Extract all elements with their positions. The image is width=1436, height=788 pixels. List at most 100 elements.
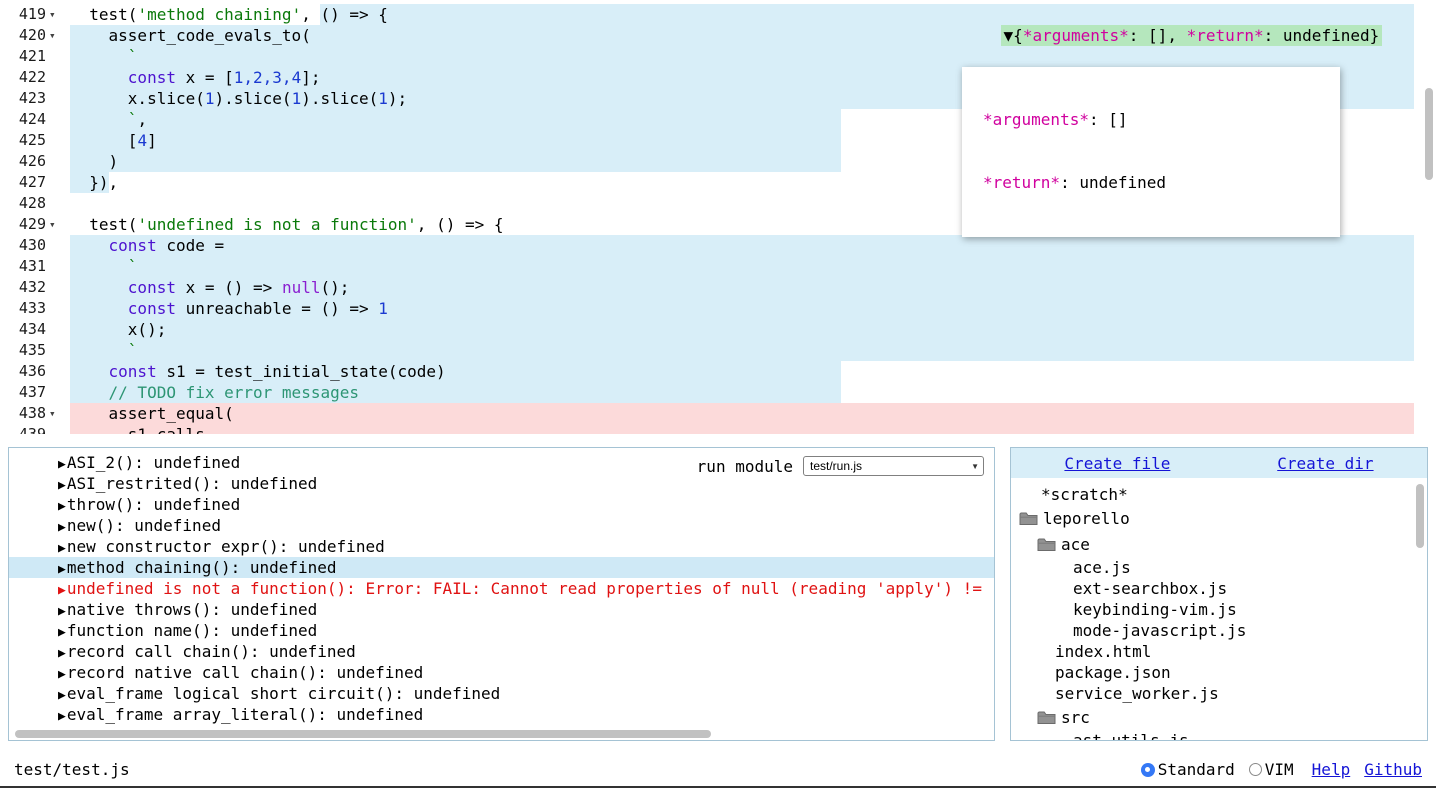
line-number-gutter[interactable]: 426 — [0, 151, 70, 172]
file-explorer-header: Create file Create dir — [1011, 448, 1427, 478]
expand-triangle-icon[interactable]: ▶ — [58, 667, 66, 682]
fold-marker-icon[interactable]: ▾ — [46, 25, 70, 46]
tree-folder[interactable]: ace — [1011, 531, 1427, 557]
code-line[interactable]: 438▾ assert_equal( — [0, 403, 1436, 424]
line-number-gutter[interactable]: 434 — [0, 319, 70, 340]
test-result-item[interactable]: ▶function name(): undefined — [9, 620, 994, 641]
code-text: const s1 = test_initial_state(code) — [70, 361, 446, 382]
github-link[interactable]: Github — [1364, 760, 1422, 779]
line-number-gutter[interactable]: 436 — [0, 361, 70, 382]
status-bar: test/test.js StandardVIM HelpGithub — [0, 753, 1436, 788]
test-result-item[interactable]: ▶new(): undefined — [9, 515, 994, 536]
code-line[interactable]: 434 x(); — [0, 319, 1436, 340]
horizontal-scrollbar-thumb[interactable] — [15, 730, 711, 738]
code-line[interactable]: 435 ` — [0, 340, 1436, 361]
folder-icon — [1037, 710, 1056, 725]
horizontal-scrollbar[interactable] — [13, 730, 990, 738]
code-line[interactable]: 432 const x = () => null(); — [0, 277, 1436, 298]
test-result-item[interactable]: ▶undefined is not a function(): Error: F… — [9, 578, 994, 599]
create-dir-button[interactable]: Create dir — [1277, 454, 1373, 473]
line-number-gutter[interactable]: 438▾ — [0, 403, 70, 424]
line-number-gutter[interactable]: 429▾ — [0, 214, 70, 235]
expand-triangle-icon[interactable]: ▶ — [58, 457, 66, 472]
tree-file[interactable]: keybinding-vim.js — [1011, 599, 1427, 620]
tree-folder[interactable]: src — [1011, 704, 1427, 730]
line-number-gutter[interactable]: 433 — [0, 298, 70, 319]
line-number-gutter[interactable]: 419▾ — [0, 4, 70, 25]
tree-folder[interactable]: leporello — [1011, 505, 1427, 531]
tree-file[interactable]: ace.js — [1011, 557, 1427, 578]
tooltip-summary[interactable]: ▼{*arguments*: [], *return*: undefined} — [1001, 25, 1383, 46]
test-result-label: throw(): undefined — [67, 495, 240, 514]
line-number-gutter[interactable]: 427 — [0, 172, 70, 193]
tree-file[interactable]: ast_utils.js — [1011, 730, 1427, 741]
editor-scrollbar[interactable] — [1424, 0, 1433, 434]
line-number-gutter[interactable]: 424 — [0, 109, 70, 130]
line-number-gutter[interactable]: 428 — [0, 193, 70, 214]
fold-marker-icon[interactable]: ▾ — [46, 4, 70, 25]
file-name: mode-javascript.js — [1073, 621, 1246, 640]
test-result-label: function name(): undefined — [67, 621, 317, 640]
editor-scrollbar-thumb[interactable] — [1425, 88, 1433, 180]
create-file-button[interactable]: Create file — [1064, 454, 1170, 473]
test-result-item[interactable]: ▶native throws(): undefined — [9, 599, 994, 620]
tooltip-arguments-row[interactable]: *arguments*: [] — [983, 109, 1340, 130]
folder-icon — [1037, 537, 1056, 552]
code-line[interactable]: 439 s1.calls — [0, 424, 1436, 434]
keybinding-radio-vim[interactable]: VIM — [1249, 760, 1294, 779]
line-highlight-blue — [70, 130, 841, 151]
tooltip-return-row[interactable]: *return*: undefined — [983, 172, 1340, 193]
line-number-gutter[interactable]: 435 — [0, 340, 70, 361]
tree-file[interactable]: index.html — [1011, 641, 1427, 662]
line-number-gutter[interactable]: 420▾ — [0, 25, 70, 46]
test-result-item[interactable]: ▶eval_frame array_literal(): undefined — [9, 704, 994, 725]
code-editor[interactable]: 419▾ test('method chaining', () => {420▾… — [0, 0, 1436, 434]
code-line[interactable]: 437 // TODO fix error messages — [0, 382, 1436, 403]
help-link[interactable]: Help — [1312, 760, 1351, 779]
test-result-item[interactable]: ▶new constructor expr(): undefined — [9, 536, 994, 557]
test-result-item[interactable]: ▶record call chain(): undefined — [9, 641, 994, 662]
test-result-item[interactable]: ▶ASI_restrited(): undefined — [9, 473, 994, 494]
line-number-gutter[interactable]: 432 — [0, 277, 70, 298]
test-result-item[interactable]: ▶record native call chain(): undefined — [9, 662, 994, 683]
tree-file[interactable]: service_worker.js — [1011, 683, 1427, 704]
test-result-item[interactable]: ▶method chaining(): undefined — [9, 557, 994, 578]
expand-triangle-icon[interactable]: ▶ — [58, 499, 66, 514]
line-number-gutter[interactable]: 430 — [0, 235, 70, 256]
file-tree-scrollbar-thumb[interactable] — [1416, 484, 1424, 548]
line-number-gutter[interactable]: 423 — [0, 88, 70, 109]
line-highlight-blue — [70, 319, 1414, 340]
expand-triangle-icon[interactable]: ▶ — [58, 625, 66, 640]
tree-file[interactable]: mode-javascript.js — [1011, 620, 1427, 641]
expand-triangle-icon[interactable]: ▶ — [58, 709, 66, 724]
expand-triangle-icon[interactable]: ▶ — [58, 541, 66, 556]
line-number-gutter[interactable]: 437 — [0, 382, 70, 403]
keybinding-radio-standard[interactable]: Standard — [1141, 760, 1235, 779]
line-number-gutter[interactable]: 439 — [0, 424, 70, 434]
fold-marker-icon[interactable]: ▾ — [46, 214, 70, 235]
line-number-gutter[interactable]: 425 — [0, 130, 70, 151]
test-result-label: new constructor expr(): undefined — [67, 537, 385, 556]
expand-triangle-icon[interactable]: ▶ — [58, 562, 66, 577]
code-line[interactable]: 433 const unreachable = () => 1 — [0, 298, 1436, 319]
line-highlight-pink — [70, 403, 1414, 424]
module-select[interactable]: test/run.js ▼ — [803, 456, 984, 476]
tree-file[interactable]: package.json — [1011, 662, 1427, 683]
tree-file[interactable]: ext-searchbox.js — [1011, 578, 1427, 599]
expand-triangle-icon[interactable]: ▶ — [58, 583, 66, 598]
expand-triangle-icon[interactable]: ▶ — [58, 478, 66, 493]
line-number-gutter[interactable]: 431 — [0, 256, 70, 277]
expand-triangle-icon[interactable]: ▶ — [58, 646, 66, 661]
expand-triangle-icon[interactable]: ▶ — [58, 604, 66, 619]
code-line[interactable]: 436 const s1 = test_initial_state(code) — [0, 361, 1436, 382]
tree-file[interactable]: *scratch* — [1011, 484, 1427, 505]
test-result-label: eval_frame logical short circuit(): unde… — [67, 684, 500, 703]
line-number-gutter[interactable]: 421 — [0, 46, 70, 67]
expand-triangle-icon[interactable]: ▶ — [58, 520, 66, 535]
expand-triangle-icon[interactable]: ▶ — [58, 688, 66, 703]
test-result-item[interactable]: ▶throw(): undefined — [9, 494, 994, 515]
test-result-label: undefined is not a function(): Error: FA… — [67, 579, 982, 598]
test-result-item[interactable]: ▶eval_frame logical short circuit(): und… — [9, 683, 994, 704]
line-number-gutter[interactable]: 422 — [0, 67, 70, 88]
fold-marker-icon[interactable]: ▾ — [46, 403, 70, 424]
